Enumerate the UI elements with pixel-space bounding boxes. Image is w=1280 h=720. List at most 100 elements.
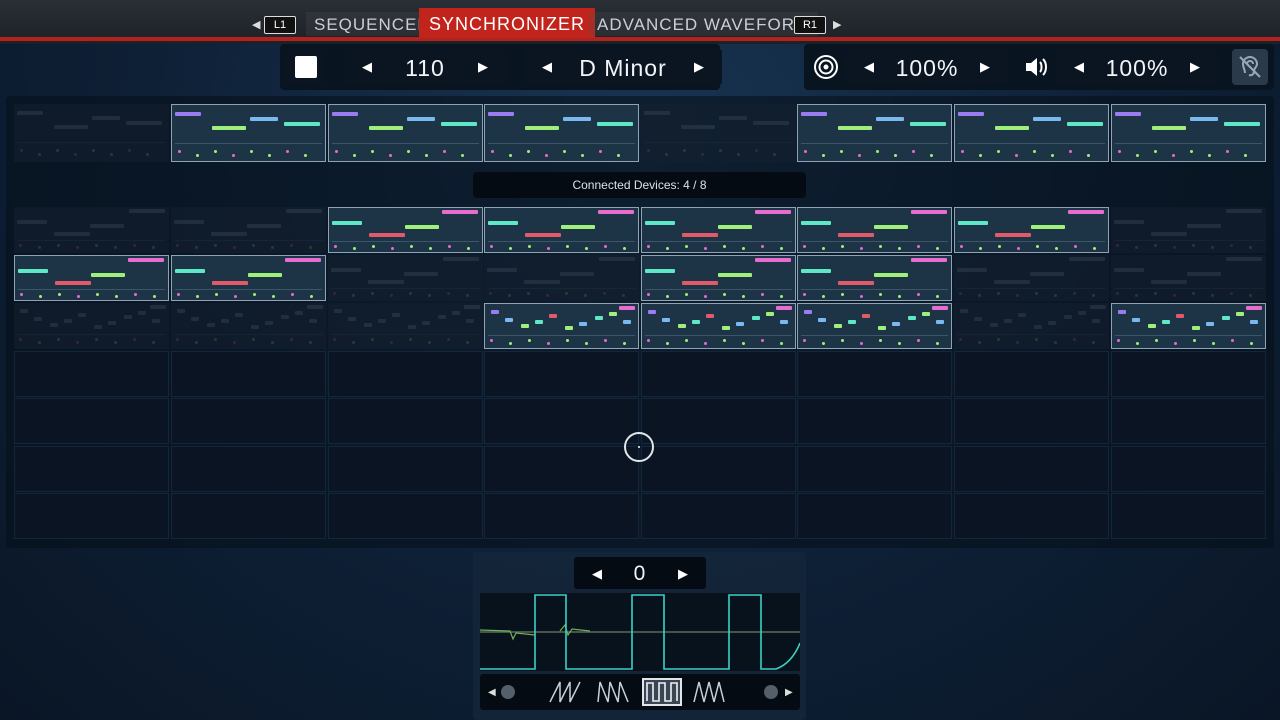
device-slot[interactable] bbox=[641, 104, 796, 162]
target-volume-stepper[interactable]: ◀ 100% ▶ bbox=[846, 49, 1008, 85]
device-slot[interactable] bbox=[171, 303, 326, 349]
device-slot[interactable] bbox=[484, 303, 639, 349]
shape-square-button[interactable] bbox=[642, 678, 682, 706]
device-slot[interactable] bbox=[484, 104, 639, 162]
note-dot bbox=[286, 150, 289, 153]
shape-sawtooth-button[interactable] bbox=[546, 678, 586, 706]
shape-prev-arrow-icon[interactable]: ◀ bbox=[488, 687, 496, 698]
shape-next-arrow-icon[interactable]: ▶ bbox=[785, 687, 793, 698]
note-bar bbox=[874, 225, 908, 229]
stop-button[interactable] bbox=[286, 49, 326, 85]
device-slot[interactable] bbox=[797, 104, 952, 162]
device-slot[interactable] bbox=[328, 207, 483, 253]
note-dot bbox=[334, 245, 337, 248]
device-slot[interactable] bbox=[641, 207, 796, 253]
device-slot[interactable] bbox=[484, 493, 639, 539]
device-slot[interactable] bbox=[328, 493, 483, 539]
device-slot[interactable] bbox=[797, 255, 952, 301]
device-slot[interactable] bbox=[484, 207, 639, 253]
master-volume-increase-icon[interactable]: ▶ bbox=[1190, 59, 1200, 75]
r1-key-icon[interactable]: R1 bbox=[794, 16, 826, 34]
tempo-stepper[interactable]: ◀ 110 ▶ bbox=[344, 49, 506, 85]
note-dot bbox=[617, 154, 620, 157]
device-slot[interactable] bbox=[954, 398, 1109, 444]
device-slot[interactable] bbox=[1111, 493, 1266, 539]
device-slot[interactable] bbox=[1111, 207, 1266, 253]
device-slot[interactable] bbox=[14, 207, 169, 253]
note-dot bbox=[545, 154, 548, 157]
device-slot[interactable] bbox=[954, 303, 1109, 349]
target-volume-increase-icon[interactable]: ▶ bbox=[980, 59, 990, 75]
device-slot[interactable] bbox=[484, 398, 639, 444]
device-slot[interactable] bbox=[328, 303, 483, 349]
device-slot[interactable] bbox=[328, 255, 483, 301]
shape-triangle-button[interactable] bbox=[690, 678, 730, 706]
device-slot[interactable] bbox=[328, 104, 483, 162]
device-slot[interactable] bbox=[14, 493, 169, 539]
shape-ramp-button[interactable] bbox=[594, 678, 634, 706]
device-slot[interactable] bbox=[954, 255, 1109, 301]
key-next-icon[interactable]: ▶ bbox=[694, 59, 704, 75]
right-stick-icon bbox=[764, 685, 778, 699]
device-slot[interactable] bbox=[641, 398, 796, 444]
offset-increase-icon[interactable]: ▶ bbox=[678, 566, 688, 582]
device-slot[interactable] bbox=[1111, 398, 1266, 444]
device-slot[interactable] bbox=[14, 303, 169, 349]
offset-stepper[interactable]: ◀ 0 ▶ bbox=[574, 557, 706, 589]
note-dot bbox=[409, 292, 412, 295]
device-slot[interactable] bbox=[641, 351, 796, 397]
device-slot[interactable] bbox=[484, 446, 639, 492]
device-slot[interactable] bbox=[171, 104, 326, 162]
device-slot[interactable] bbox=[797, 446, 952, 492]
tab-left-arrow-icon[interactable]: ◀ bbox=[252, 18, 260, 31]
device-slot[interactable] bbox=[954, 446, 1109, 492]
device-slot[interactable] bbox=[14, 446, 169, 492]
device-slot[interactable] bbox=[14, 255, 169, 301]
tempo-increase-icon[interactable]: ▶ bbox=[478, 59, 488, 75]
device-slot[interactable] bbox=[641, 255, 796, 301]
device-slot[interactable] bbox=[171, 398, 326, 444]
device-slot[interactable] bbox=[641, 303, 796, 349]
device-slot[interactable] bbox=[954, 351, 1109, 397]
device-slot[interactable] bbox=[328, 398, 483, 444]
device-slot[interactable] bbox=[171, 351, 326, 397]
device-slot[interactable] bbox=[328, 351, 483, 397]
note-bar bbox=[678, 324, 686, 328]
note-bar bbox=[753, 121, 789, 125]
device-slot[interactable] bbox=[171, 493, 326, 539]
device-slot[interactable] bbox=[328, 446, 483, 492]
tab-advanced-waveform[interactable]: ADVANCED WAVEFORM bbox=[589, 12, 819, 36]
device-slot[interactable] bbox=[171, 446, 326, 492]
device-slot[interactable] bbox=[797, 303, 952, 349]
master-volume-stepper[interactable]: ◀ 100% ▶ bbox=[1056, 49, 1218, 85]
device-slot[interactable] bbox=[171, 207, 326, 253]
device-slot[interactable] bbox=[1111, 303, 1266, 349]
device-slot[interactable] bbox=[14, 398, 169, 444]
device-slot[interactable] bbox=[954, 493, 1109, 539]
device-slot[interactable] bbox=[14, 104, 169, 162]
tab-synchronizer[interactable]: SYNCHRONIZER bbox=[419, 8, 596, 38]
device-slot[interactable] bbox=[797, 398, 952, 444]
device-slot[interactable] bbox=[1111, 255, 1266, 301]
key-stepper[interactable]: ◀ D Minor ▶ bbox=[524, 49, 722, 85]
l1-key-icon[interactable]: L1 bbox=[264, 16, 296, 34]
device-slot[interactable] bbox=[171, 255, 326, 301]
device-slot[interactable] bbox=[797, 207, 952, 253]
device-slot[interactable] bbox=[484, 351, 639, 397]
note-bar bbox=[505, 318, 513, 322]
device-slot[interactable] bbox=[797, 351, 952, 397]
device-slot[interactable] bbox=[641, 493, 796, 539]
note-bar bbox=[1115, 112, 1141, 116]
device-slot[interactable] bbox=[1111, 351, 1266, 397]
device-slot[interactable] bbox=[14, 351, 169, 397]
tab-right-arrow-icon[interactable]: ▶ bbox=[833, 18, 841, 31]
device-slot[interactable] bbox=[1111, 446, 1266, 492]
device-slot[interactable] bbox=[484, 255, 639, 301]
note-bar bbox=[722, 326, 730, 330]
device-slot[interactable] bbox=[954, 207, 1109, 253]
device-slot[interactable] bbox=[1111, 104, 1266, 162]
listen-toggle-button[interactable] bbox=[1232, 49, 1268, 85]
device-slot[interactable] bbox=[954, 104, 1109, 162]
device-slot[interactable] bbox=[641, 446, 796, 492]
device-slot[interactable] bbox=[797, 493, 952, 539]
